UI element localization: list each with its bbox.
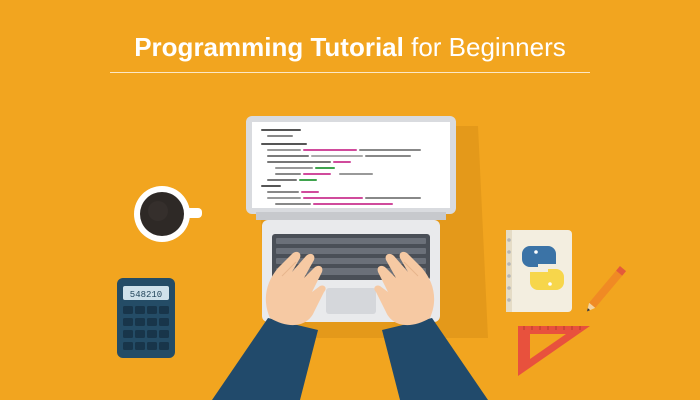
title-bold: Programming Tutorial — [134, 32, 404, 62]
set-square-icon — [518, 326, 590, 376]
laptop-screen — [252, 122, 450, 208]
page-title: Programming Tutorial for Beginners — [0, 30, 700, 64]
title-regular: for Beginners — [411, 32, 566, 62]
coffee-cup-icon — [134, 186, 202, 242]
banner: 548210 Programming Tutorial for Beginner… — [0, 0, 700, 400]
calculator-icon: 548210 — [117, 278, 175, 358]
laptop-hinge — [256, 212, 446, 220]
notebook-icon — [506, 230, 572, 312]
title-divider — [110, 72, 590, 73]
pencil-icon — [587, 265, 627, 312]
laptop-trackpad — [326, 288, 376, 314]
calculator-display: 548210 — [130, 290, 162, 300]
